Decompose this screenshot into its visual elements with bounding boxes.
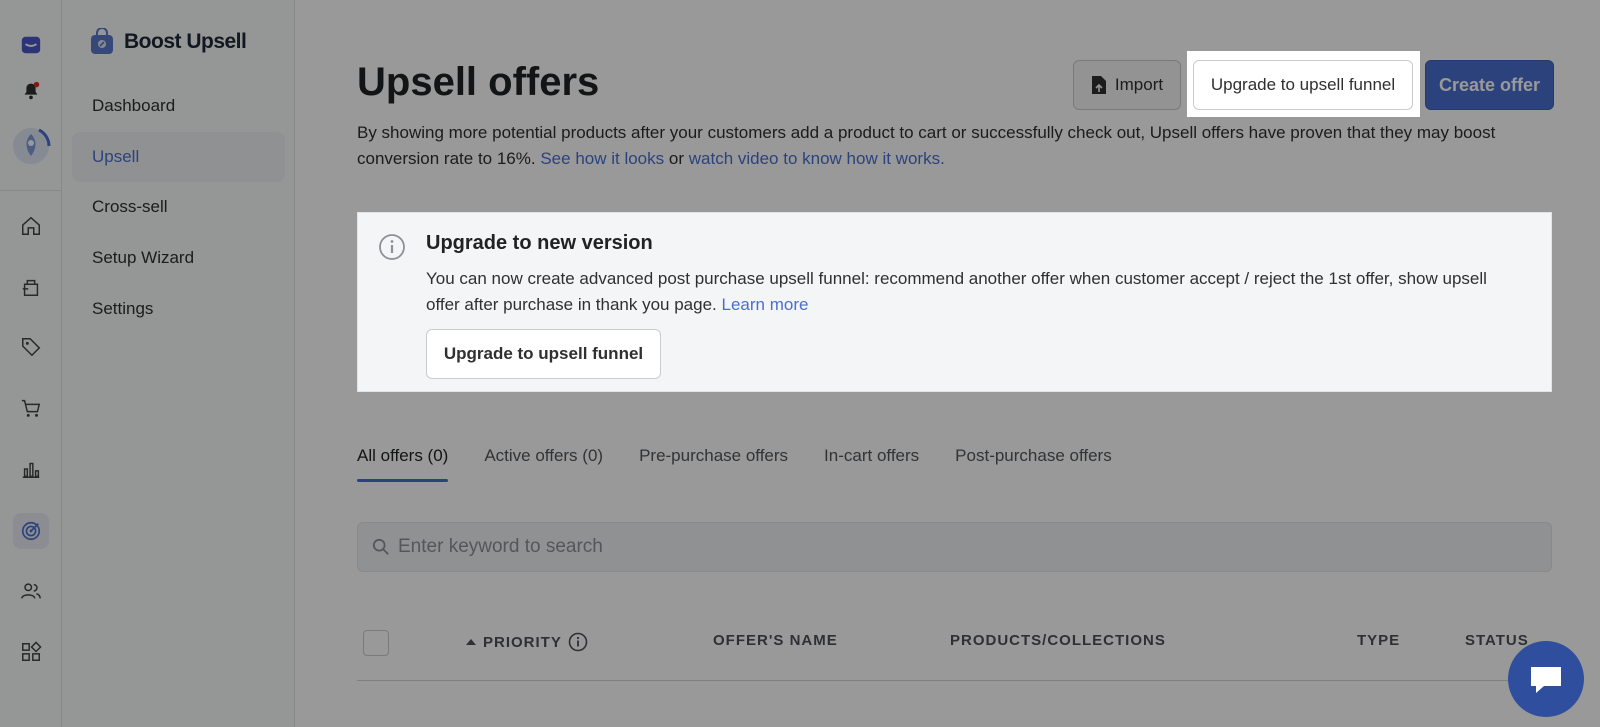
sidebar-item-cross-sell[interactable]: Cross-sell	[72, 182, 285, 232]
sidebar-item-settings[interactable]: Settings	[72, 284, 285, 334]
page-title: Upsell offers	[357, 60, 600, 104]
banner-upgrade-button[interactable]: Upgrade to upsell funnel	[426, 329, 661, 379]
brand-logo-icon	[91, 28, 113, 54]
create-offer-button[interactable]: Create offer	[1425, 60, 1554, 110]
rail-divider	[0, 190, 62, 191]
home-icon[interactable]	[13, 208, 49, 244]
column-offer-name[interactable]: OFFER'S NAME	[713, 632, 838, 649]
orders-icon[interactable]	[13, 269, 49, 305]
tab-active-offers[interactable]: Active offers (0)	[484, 440, 603, 482]
column-products-collections[interactable]: PRODUCTS/COLLECTIONS	[950, 632, 1166, 649]
file-import-icon	[1091, 76, 1106, 94]
info-circle-icon	[379, 234, 405, 260]
tab-pre-purchase-offers[interactable]: Pre-purchase offers	[639, 440, 788, 482]
chat-widget-button[interactable]	[1508, 641, 1584, 717]
page-description: By showing more potential products after…	[357, 120, 1557, 172]
rocket-avatar-icon[interactable]	[11, 126, 51, 166]
tab-all-offers[interactable]: All offers (0)	[357, 440, 449, 482]
search-box	[357, 522, 1552, 572]
learn-more-link[interactable]: Learn more	[722, 295, 809, 314]
banner-title: Upgrade to new version	[426, 232, 653, 254]
search-input[interactable]	[398, 536, 1498, 558]
apps-icon[interactable]	[13, 634, 49, 670]
info-icon[interactable]	[568, 632, 588, 652]
customers-icon[interactable]	[13, 573, 49, 609]
offer-tabs: All offers (0) Active offers (0) Pre-pur…	[357, 440, 1148, 482]
column-status[interactable]: STATUS	[1465, 632, 1529, 649]
tab-post-purchase-offers[interactable]: Post-purchase offers	[955, 440, 1112, 482]
import-button[interactable]: Import	[1073, 60, 1181, 110]
target-icon[interactable]	[13, 513, 49, 549]
upgrade-to-upsell-funnel-button[interactable]: Upgrade to upsell funnel	[1193, 60, 1413, 110]
icon-rail	[0, 0, 62, 727]
column-type[interactable]: TYPE	[1357, 632, 1400, 649]
column-priority-label: PRIORITY	[483, 633, 562, 651]
select-all-checkbox[interactable]	[363, 630, 389, 656]
sort-up-icon	[466, 639, 476, 645]
analytics-icon[interactable]	[13, 451, 49, 487]
watch-video-link[interactable]: watch video to know how it works.	[689, 149, 945, 168]
tab-in-cart-offers[interactable]: In-cart offers	[824, 440, 919, 482]
banner-body: You can now create advanced post purchas…	[426, 269, 1487, 314]
brand: Boost Upsell	[88, 28, 247, 56]
banner-text: You can now create advanced post purchas…	[426, 266, 1516, 318]
app-logo-icon[interactable]	[13, 27, 49, 63]
bell-icon[interactable]	[13, 73, 49, 109]
brand-name: Boost Upsell	[124, 30, 247, 53]
cart-icon[interactable]	[13, 390, 49, 426]
chat-bubble-icon	[1531, 667, 1561, 693]
sidebar-item-dashboard[interactable]: Dashboard	[72, 81, 285, 131]
sidebar-item-setup-wizard[interactable]: Setup Wizard	[72, 233, 285, 283]
upgrade-banner: Upgrade to new version You can now creat…	[357, 212, 1552, 392]
see-how-it-looks-link[interactable]: See how it looks	[540, 149, 664, 168]
tag-icon[interactable]	[13, 329, 49, 365]
table-header: PRIORITY OFFER'S NAME PRODUCTS/COLLECTIO…	[357, 615, 1552, 681]
description-or: or	[668, 149, 684, 168]
sidebar-item-upsell[interactable]: Upsell	[72, 132, 285, 182]
column-priority[interactable]: PRIORITY	[465, 632, 588, 652]
search-icon	[372, 538, 389, 555]
side-navigation: Boost Upsell Dashboard Upsell Cross-sell…	[62, 0, 295, 727]
import-label: Import	[1114, 75, 1164, 94]
